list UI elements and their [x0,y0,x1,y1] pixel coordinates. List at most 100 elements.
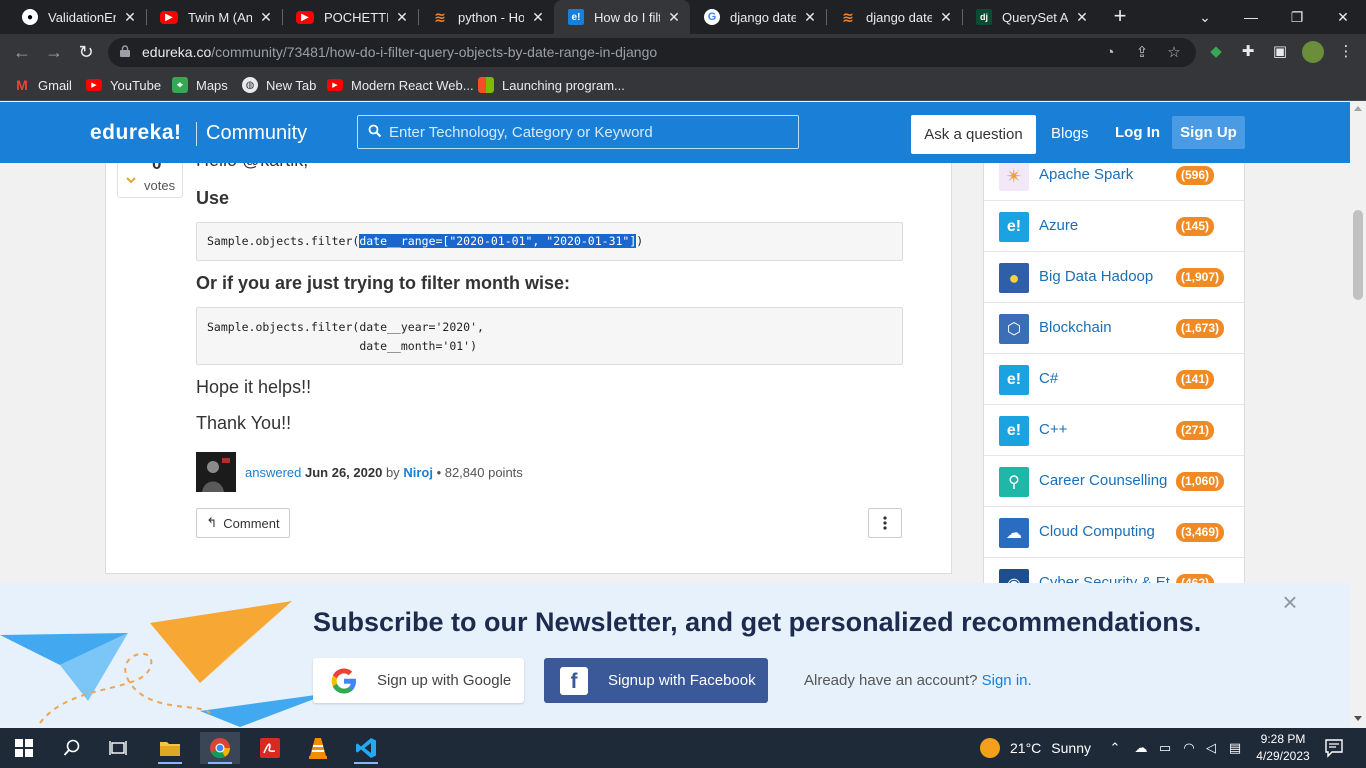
restore-icon[interactable]: ❐ [1274,0,1320,34]
facebook-signup-label: Signup with Facebook [608,672,756,689]
category-count: (596) [1176,166,1215,185]
category-item-azure[interactable]: e! Azure (145) [984,201,1244,252]
minimize-icon[interactable]: — [1228,0,1274,34]
downvote-chevron-icon[interactable] [126,175,136,185]
bookmark-youtube[interactable]: ▶ YouTube [86,76,161,94]
answered-link[interactable]: answered [245,465,301,480]
answerer-points: • 82,840 points [436,465,523,480]
category-name: C++ [1039,421,1068,438]
start-button[interactable] [4,732,44,764]
close-icon[interactable]: × [1280,589,1300,615]
back-arrow-icon[interactable]: ← [10,40,34,64]
bookmark-modern-react[interactable]: ▶ Modern React Web... [327,76,474,94]
google-signup-button[interactable]: Sign up with Google [313,658,524,703]
signup-button[interactable]: Sign Up [1172,116,1245,149]
forward-arrow-icon[interactable]: → [42,40,66,64]
weather-condition: Sunny [1051,740,1091,756]
share-icon[interactable]: ⇪ [1132,43,1152,63]
onedrive-cloud-icon[interactable]: ☁ [1132,739,1150,757]
bookmark-launching-program[interactable]: Launching program... [478,76,625,94]
edureka-icon: e! [999,416,1029,446]
chrome-taskbar-button[interactable] [200,732,240,764]
site-search-input[interactable] [389,122,789,142]
tab-close-icon[interactable]: ✕ [802,9,818,26]
category-item-cloud-computing[interactable]: ☁ Cloud Computing (3,469) [984,507,1244,558]
chevron-up-icon[interactable]: ⌃ [1106,739,1124,757]
tab-close-icon[interactable]: ✕ [666,9,682,26]
answerer-username[interactable]: Niroj [403,465,433,480]
menu-kebab-icon[interactable]: ⋮ [1336,42,1356,62]
system-clock[interactable]: 9:28 PM 4/29/2023 [1252,731,1314,765]
task-view-button[interactable] [98,732,138,764]
bookmark-gmail[interactable]: M Gmail [14,76,72,94]
browser-tab[interactable]: ▶ Twin M (Andr ✕ [146,0,282,34]
code-line: Sample.objects.filter(date__year='2020', [207,320,484,334]
file-explorer-button[interactable] [150,732,190,764]
side-panel-icon[interactable]: ▣ [1270,42,1290,62]
login-link[interactable]: Log In [1115,124,1160,141]
browser-tab[interactable]: ≋ python - How ✕ [418,0,554,34]
category-item-cpp[interactable]: e! C++ (271) [984,405,1244,456]
scrollbar-thumb[interactable] [1353,210,1363,300]
browser-tab[interactable]: ● ValidationError ✕ [8,0,146,34]
battery-icon[interactable]: ▭ [1156,739,1174,757]
category-name: Apache Spark [1039,166,1134,183]
tab-close-icon[interactable]: ✕ [394,9,410,26]
notifications-icon[interactable] [1324,738,1344,758]
extensions-puzzle-icon[interactable]: ✚ [1238,42,1258,62]
facebook-signup-button[interactable]: f Signup with Facebook [544,658,768,703]
page-scrollbar[interactable] [1350,102,1366,727]
wifi-icon[interactable]: ◠ [1180,739,1198,757]
browser-tab[interactable]: ≋ django date f ✕ [826,0,962,34]
tab-search-chevron-icon[interactable]: ⌄ [1182,0,1228,34]
category-count: (1,060) [1176,472,1225,491]
vertical-dots-icon [883,516,887,530]
scroll-down-arrow-icon[interactable] [1354,716,1362,721]
comment-button[interactable]: ↰ Comment [196,508,290,538]
vscode-taskbar-button[interactable] [346,732,386,764]
category-item-csharp[interactable]: e! C# (141) [984,354,1244,405]
category-item-big-data-hadoop[interactable]: ● Big Data Hadoop (1,907) [984,252,1244,303]
site-search-box[interactable] [357,115,799,149]
google-g-icon [331,668,356,694]
new-tab-plus-icon[interactable]: + [1108,5,1132,29]
tab-close-icon[interactable]: ✕ [122,9,138,26]
search-taskbar-button[interactable] [52,732,92,764]
browser-tab-active[interactable]: e! How do I filte ✕ [554,0,690,34]
close-window-icon[interactable]: ✕ [1320,0,1366,34]
browser-tab[interactable]: G django date f ✕ [690,0,826,34]
performance-icon[interactable]: ◔ [1100,43,1120,63]
tab-close-icon[interactable]: ✕ [938,9,954,26]
bookmark-star-icon[interactable]: ☆ [1164,43,1184,63]
reload-icon[interactable]: ↻ [74,40,98,64]
community-link[interactable]: Community [206,122,307,145]
keyboard-icon[interactable]: ▤ [1226,739,1244,757]
address-bar[interactable]: edureka.co/community/73481/how-do-i-filt… [108,38,1196,67]
signin-link[interactable]: Sign in. [982,672,1032,689]
answerer-avatar[interactable] [196,452,236,492]
more-options-button[interactable] [868,508,902,538]
extension-color-icon[interactable]: ◆ [1206,42,1226,62]
volume-icon[interactable]: ◁ [1202,739,1220,757]
weather-widget[interactable]: 21°C Sunny [980,738,1091,758]
acrobat-icon [260,738,280,758]
acrobat-taskbar-button[interactable] [250,732,290,764]
tab-title: ValidationError [48,9,116,25]
browser-tab[interactable]: dj QuerySet API ✕ [962,0,1098,34]
code-block-month: Sample.objects.filter(date__year='2020',… [196,307,903,365]
django-icon: dj [976,9,992,25]
profile-avatar[interactable] [1302,41,1324,63]
tab-close-icon[interactable]: ✕ [530,9,546,26]
scroll-up-arrow-icon[interactable] [1354,106,1362,111]
browser-tab[interactable]: ▶ POCHETTINO ✕ [282,0,418,34]
category-item-career-counselling[interactable]: ⚲ Career Counselling (1,060) [984,456,1244,507]
bookmark-new-tab[interactable]: ◍ New Tab [242,76,316,94]
blogs-link[interactable]: Blogs [1051,125,1089,142]
site-logo[interactable]: edureka! [90,121,182,145]
tab-close-icon[interactable]: ✕ [258,9,274,26]
tab-close-icon[interactable]: ✕ [1074,9,1090,26]
category-item-blockchain[interactable]: ⬡ Blockchain (1,673) [984,303,1244,354]
bookmark-maps[interactable]: ⌖ Maps [172,76,228,94]
vlc-taskbar-button[interactable] [298,732,338,764]
ask-question-button[interactable]: Ask a question [911,115,1036,154]
